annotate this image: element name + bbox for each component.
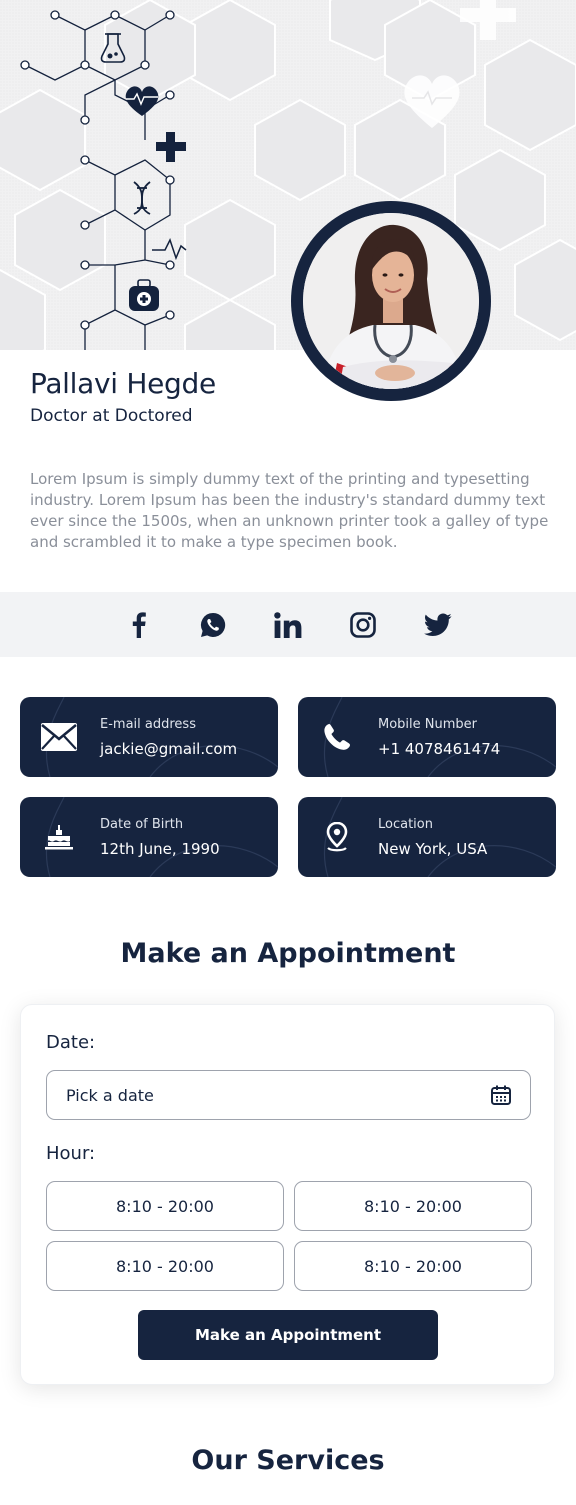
date-picker-input[interactable]: Pick a date [46, 1070, 531, 1120]
birthdate-label: Date of Birth [100, 817, 184, 832]
instagram-link[interactable] [348, 612, 378, 638]
cake-icon [40, 819, 78, 855]
location-pin-icon [318, 819, 356, 855]
date-placeholder: Pick a date [66, 1085, 154, 1105]
email-card: E-mail address jackie@gmail.com [20, 697, 278, 777]
calendar-icon[interactable] [490, 1084, 512, 1106]
mail-icon [40, 719, 78, 755]
date-label: Date: [46, 1032, 96, 1053]
facebook-icon [132, 612, 146, 638]
phone-label: Mobile Number [378, 717, 477, 732]
time-slot-button[interactable]: 8:10 - 20:00 [294, 1181, 532, 1231]
profile-role: Doctor at Doctored [30, 406, 193, 426]
doctor-portrait [303, 213, 479, 389]
profile-bio: Lorem Ipsum is simply dummy text of the … [30, 470, 549, 551]
profile-avatar [303, 213, 479, 389]
phone-icon [318, 719, 356, 755]
facebook-link[interactable] [124, 612, 154, 638]
email-label: E-mail address [100, 717, 196, 732]
make-appointment-button[interactable]: Make an Appointment [138, 1310, 438, 1360]
social-links-bar [0, 592, 576, 657]
instagram-icon [350, 612, 376, 638]
location-label: Location [378, 817, 433, 832]
appointment-form: Date: Pick a date Hour: 8:10 - 20:00 8:1… [20, 1004, 555, 1385]
whatsapp-link[interactable] [198, 612, 228, 638]
hour-label: Hour: [46, 1143, 96, 1164]
time-slot-button[interactable]: 8:10 - 20:00 [294, 1241, 532, 1291]
services-section-title: Our Services [191, 1445, 385, 1476]
phone-value[interactable]: +1 4078461474 [378, 740, 500, 758]
appointment-section-title: Make an Appointment [120, 938, 456, 969]
whatsapp-icon [200, 612, 226, 637]
birthdate-value: 12th June, 1990 [100, 840, 220, 858]
profile-name: Pallavi Hegde [30, 367, 216, 400]
twitter-link[interactable] [423, 612, 453, 638]
linkedin-icon [274, 612, 302, 638]
email-value[interactable]: jackie@gmail.com [100, 740, 237, 758]
linkedin-link[interactable] [273, 612, 303, 638]
time-slot-button[interactable]: 8:10 - 20:00 [46, 1181, 284, 1231]
phone-card: Mobile Number +1 4078461474 [298, 697, 556, 777]
time-slot-button[interactable]: 8:10 - 20:00 [46, 1241, 284, 1291]
location-value: New York, USA [378, 840, 488, 858]
twitter-icon [424, 613, 452, 636]
birthdate-card: Date of Birth 12th June, 1990 [20, 797, 278, 877]
location-card: Location New York, USA [298, 797, 556, 877]
profile-avatar-frame [291, 201, 491, 401]
